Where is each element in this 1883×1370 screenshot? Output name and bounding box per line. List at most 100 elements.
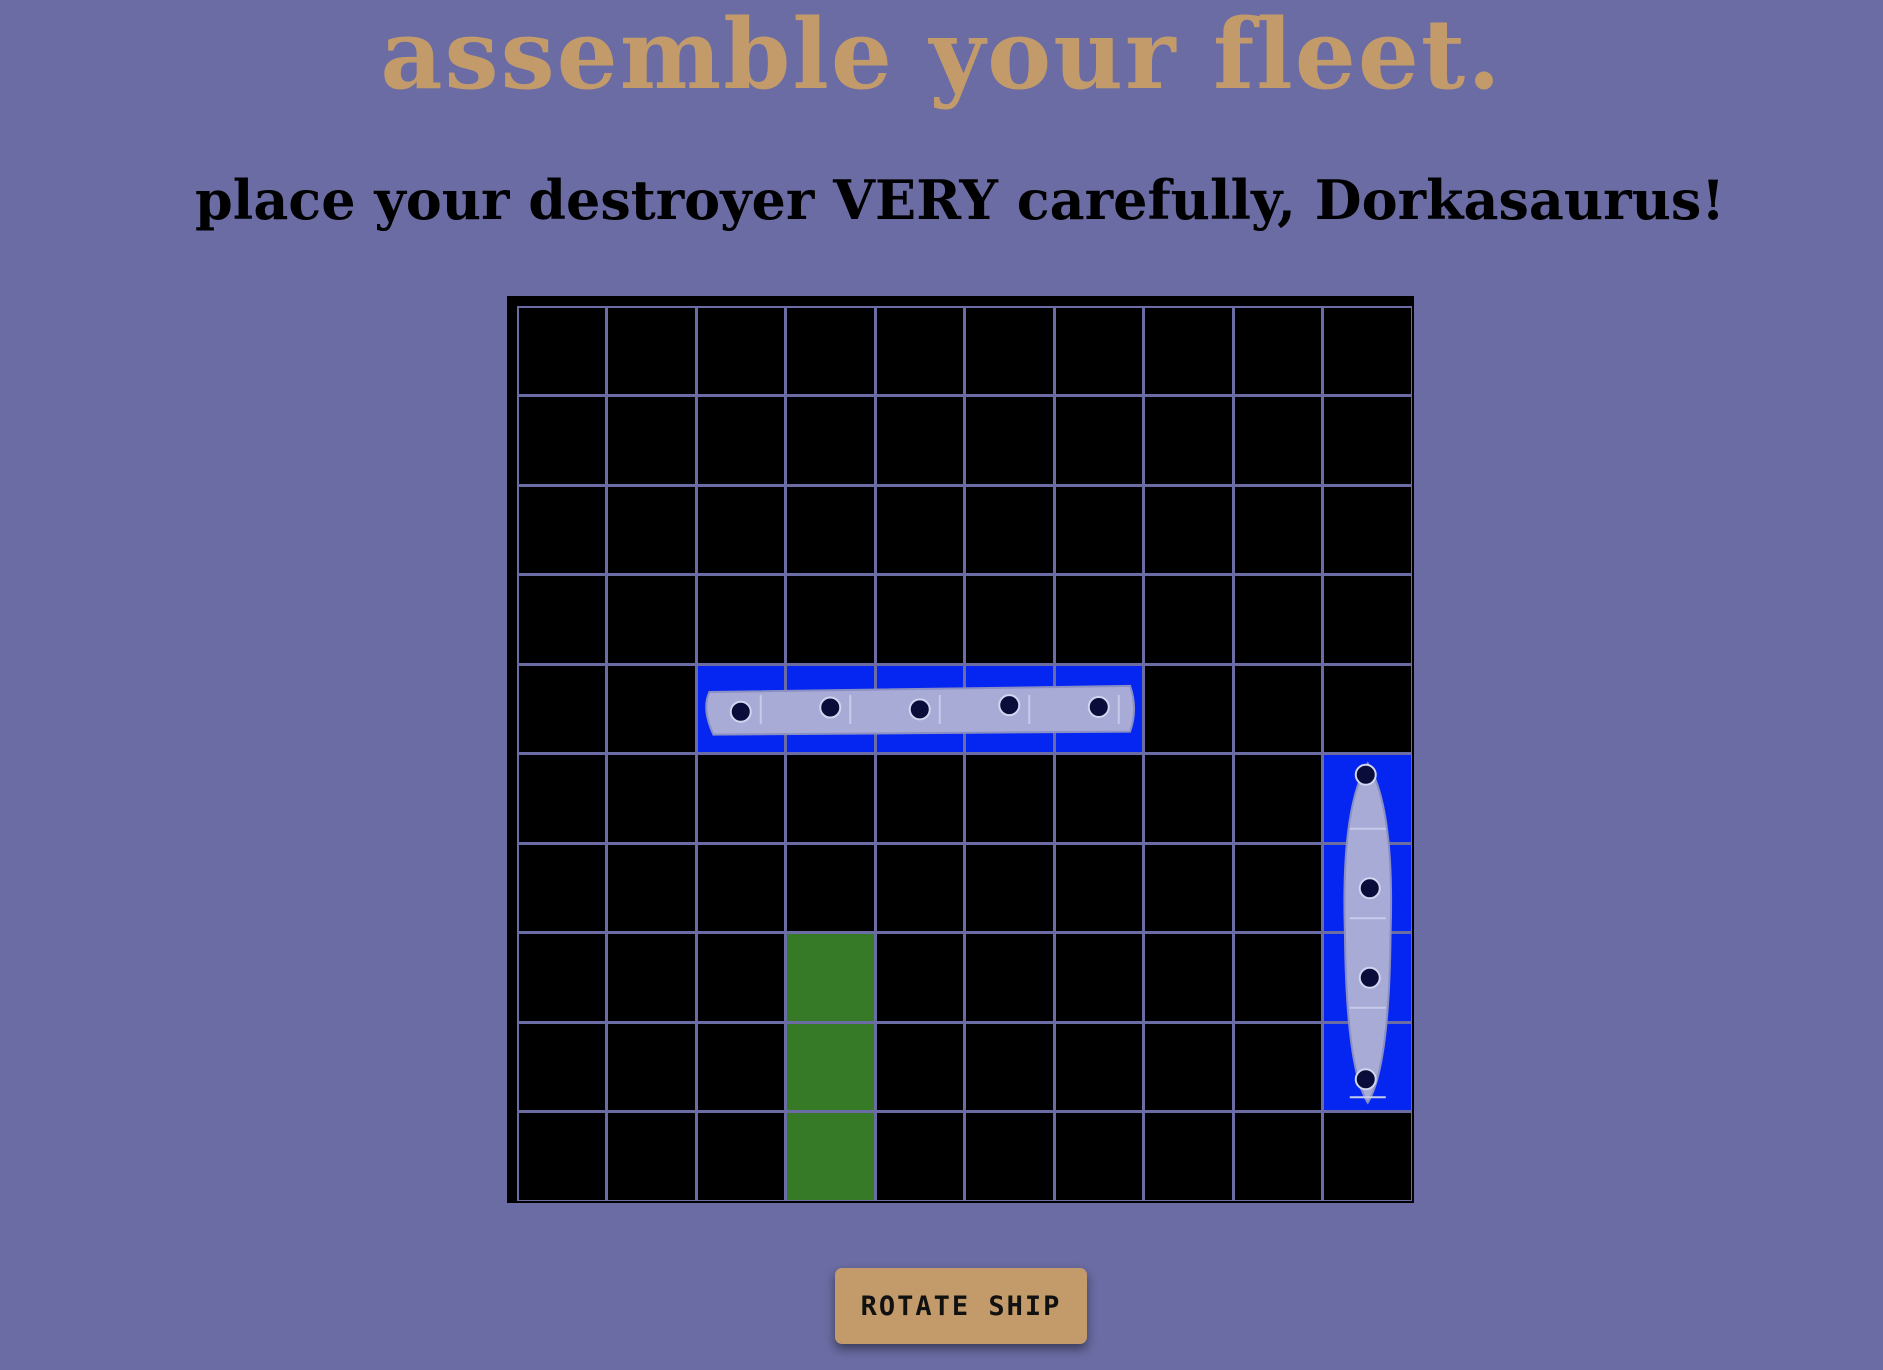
board-cell[interactable] bbox=[697, 486, 784, 573]
board-cell[interactable] bbox=[1324, 307, 1411, 394]
board-cell[interactable] bbox=[518, 1113, 605, 1200]
board-cell[interactable] bbox=[1234, 307, 1321, 394]
board-cell[interactable] bbox=[518, 1023, 605, 1110]
board-cell[interactable] bbox=[1055, 486, 1142, 573]
board-cell[interactable] bbox=[966, 755, 1053, 842]
board-cell[interactable] bbox=[1145, 397, 1232, 484]
board-cell[interactable] bbox=[1055, 844, 1142, 931]
board-cell[interactable] bbox=[608, 486, 695, 573]
board-cell[interactable] bbox=[876, 934, 963, 1021]
board-cell[interactable] bbox=[697, 844, 784, 931]
board-cell[interactable] bbox=[966, 576, 1053, 663]
board-cell[interactable] bbox=[1234, 576, 1321, 663]
board-cell[interactable] bbox=[1055, 307, 1142, 394]
board-cell[interactable] bbox=[518, 576, 605, 663]
board-cell[interactable] bbox=[876, 1023, 963, 1110]
board-cell[interactable] bbox=[608, 934, 695, 1021]
board-cell[interactable] bbox=[787, 397, 874, 484]
board-cell[interactable] bbox=[697, 755, 784, 842]
ship-cell[interactable] bbox=[966, 665, 1053, 752]
board-cell[interactable] bbox=[518, 755, 605, 842]
board-cell[interactable] bbox=[608, 397, 695, 484]
board-cell[interactable] bbox=[1324, 397, 1411, 484]
board-cell[interactable] bbox=[1145, 307, 1232, 394]
board-cell[interactable] bbox=[1234, 934, 1321, 1021]
ship-cell[interactable] bbox=[1324, 934, 1411, 1021]
board-cell[interactable] bbox=[787, 844, 874, 931]
placement-preview-cell[interactable] bbox=[787, 1113, 874, 1200]
board-cell[interactable] bbox=[787, 486, 874, 573]
board-cell[interactable] bbox=[1234, 755, 1321, 842]
board-cell[interactable] bbox=[1234, 397, 1321, 484]
ship-cell[interactable] bbox=[1324, 755, 1411, 842]
board-cell[interactable] bbox=[518, 486, 605, 573]
board-cell[interactable] bbox=[1234, 1023, 1321, 1110]
board-cell[interactable] bbox=[1145, 486, 1232, 573]
board-cell[interactable] bbox=[1055, 576, 1142, 663]
board-cell[interactable] bbox=[966, 844, 1053, 931]
board-cell[interactable] bbox=[966, 1023, 1053, 1110]
board-cell[interactable] bbox=[518, 844, 605, 931]
board-cell[interactable] bbox=[1234, 1113, 1321, 1200]
board-cell[interactable] bbox=[1234, 665, 1321, 752]
board-cell[interactable] bbox=[697, 1023, 784, 1110]
board-cell[interactable] bbox=[697, 397, 784, 484]
board-cell[interactable] bbox=[518, 397, 605, 484]
ship-cell[interactable] bbox=[1055, 665, 1142, 752]
rotate-ship-button[interactable]: ROTATE SHIP bbox=[835, 1268, 1087, 1344]
board-cell[interactable] bbox=[1324, 1113, 1411, 1200]
board-cell[interactable] bbox=[1055, 1113, 1142, 1200]
board-cell[interactable] bbox=[1324, 665, 1411, 752]
board-cell[interactable] bbox=[1145, 755, 1232, 842]
board-cell[interactable] bbox=[1324, 486, 1411, 573]
board-cell[interactable] bbox=[1055, 755, 1142, 842]
board-cell[interactable] bbox=[966, 1113, 1053, 1200]
ship-cell[interactable] bbox=[697, 665, 784, 752]
board-cell[interactable] bbox=[1145, 1113, 1232, 1200]
board-cell[interactable] bbox=[966, 397, 1053, 484]
board-cell[interactable] bbox=[876, 844, 963, 931]
board-cell[interactable] bbox=[1234, 844, 1321, 931]
board-cell[interactable] bbox=[1324, 576, 1411, 663]
board-cell[interactable] bbox=[876, 755, 963, 842]
board-cell[interactable] bbox=[1145, 934, 1232, 1021]
board-cell[interactable] bbox=[876, 486, 963, 573]
board-cell[interactable] bbox=[876, 576, 963, 663]
board-cell[interactable] bbox=[966, 307, 1053, 394]
placement-preview-cell[interactable] bbox=[787, 1023, 874, 1110]
board-cell[interactable] bbox=[1234, 486, 1321, 573]
board-cell[interactable] bbox=[787, 755, 874, 842]
ship-cell[interactable] bbox=[1324, 844, 1411, 931]
board-cell[interactable] bbox=[697, 934, 784, 1021]
board-cell[interactable] bbox=[608, 1023, 695, 1110]
board-cell[interactable] bbox=[1145, 665, 1232, 752]
board-cell[interactable] bbox=[787, 576, 874, 663]
board-cell[interactable] bbox=[608, 1113, 695, 1200]
board-cell[interactable] bbox=[697, 1113, 784, 1200]
board-cell[interactable] bbox=[697, 576, 784, 663]
ship-cell[interactable] bbox=[876, 665, 963, 752]
board-cell[interactable] bbox=[518, 307, 605, 394]
board-cell[interactable] bbox=[518, 665, 605, 752]
board-cell[interactable] bbox=[876, 1113, 963, 1200]
board-cell[interactable] bbox=[608, 755, 695, 842]
board-cell[interactable] bbox=[518, 934, 605, 1021]
ship-cell[interactable] bbox=[787, 665, 874, 752]
board-cell[interactable] bbox=[876, 307, 963, 394]
board-cell[interactable] bbox=[608, 665, 695, 752]
board-cell[interactable] bbox=[1145, 576, 1232, 663]
ship-cell[interactable] bbox=[1324, 1023, 1411, 1110]
board-cell[interactable] bbox=[1145, 844, 1232, 931]
board-cell[interactable] bbox=[966, 486, 1053, 573]
board-cell[interactable] bbox=[697, 307, 784, 394]
placement-preview-cell[interactable] bbox=[787, 934, 874, 1021]
board-cell[interactable] bbox=[1055, 397, 1142, 484]
board-cell[interactable] bbox=[787, 307, 874, 394]
board-cell[interactable] bbox=[966, 934, 1053, 1021]
board-cell[interactable] bbox=[1055, 1023, 1142, 1110]
board-cell[interactable] bbox=[1145, 1023, 1232, 1110]
board-cell[interactable] bbox=[608, 576, 695, 663]
board-cell[interactable] bbox=[608, 844, 695, 931]
board-cell[interactable] bbox=[608, 307, 695, 394]
board-cell[interactable] bbox=[876, 397, 963, 484]
